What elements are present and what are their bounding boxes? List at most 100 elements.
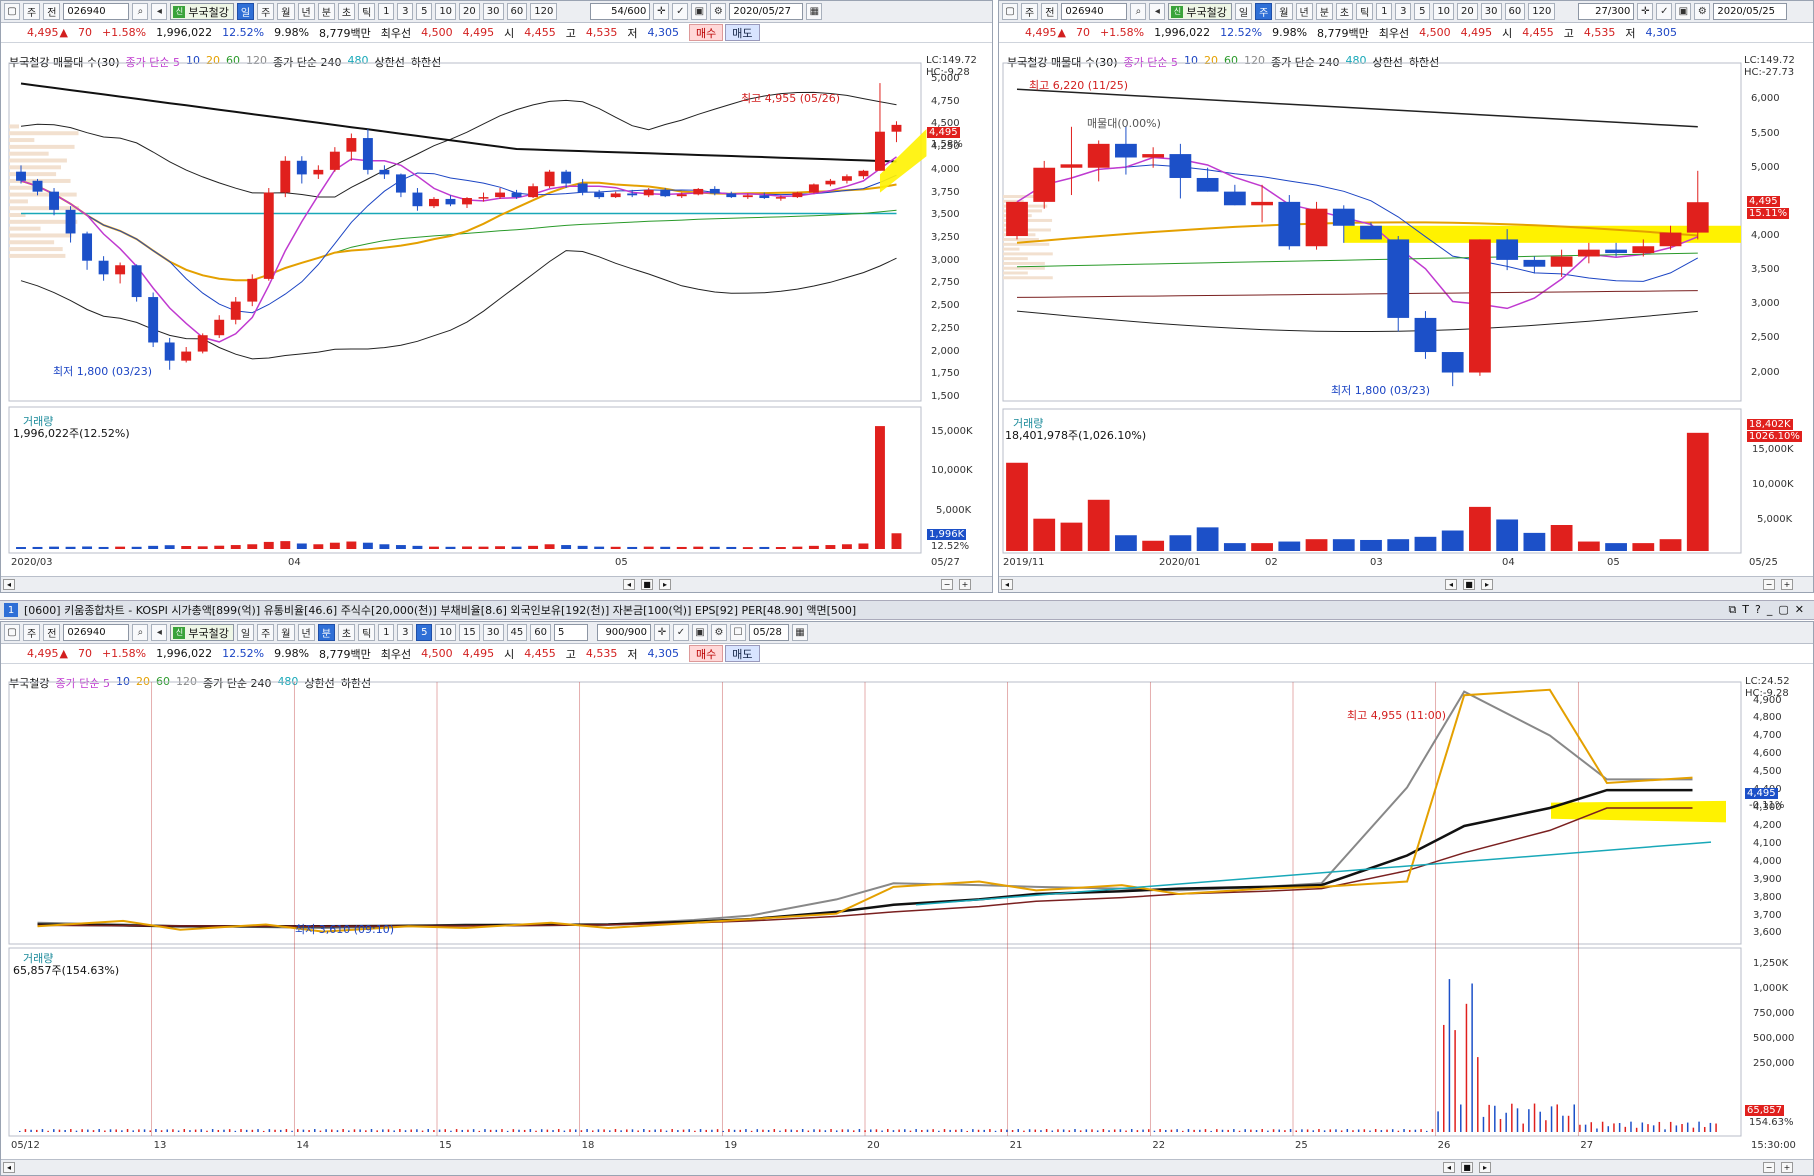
daily-volume-bar [643,546,654,549]
volume-profile-bar [1003,242,1050,246]
minute-volume-bar [1460,1104,1462,1132]
minute-volume-bar [143,1129,146,1132]
time-label: 25 [1295,1140,1308,1151]
volume-profile-bar [1003,247,1020,251]
daily-volume-bar [544,544,555,549]
volume-profile-bar [1003,257,1028,261]
weekly-volume-bar [1496,519,1519,551]
minute-price-plot[interactable] [1,622,1814,1176]
minute-volume-bar [847,1129,849,1132]
minute-volume-bar [1374,1129,1377,1132]
chart-scrollbar[interactable]: ◂ ◂ ■ ▸ − + [1,576,992,592]
minimize-icon[interactable]: _ [1767,603,1773,617]
volume-value: 18,401,978주(1,026.10%) [1005,429,1147,442]
minute-volume-bar [1210,1130,1212,1132]
scroll-next[interactable]: ▸ [659,579,671,590]
zoom-out-icon[interactable]: − [941,579,953,590]
weekly-volume-bar [1142,540,1165,551]
zoom-in-icon[interactable]: + [1781,579,1793,590]
minute-volume-bar [614,1129,617,1132]
scroll-next[interactable]: ▸ [1481,579,1493,590]
scroll-stop[interactable]: ■ [641,579,653,590]
chart-scrollbar[interactable]: ◂ ◂ ■ ▸ − + [1,1159,1813,1175]
minute-volume-bar [586,1129,588,1132]
minute-volume-bar [410,1129,412,1132]
help-icon[interactable]: ? [1755,603,1761,617]
scroll-prev[interactable]: ◂ [1445,579,1457,590]
minute-volume-bar [790,1129,793,1132]
scroll-left[interactable]: ◂ [3,579,15,590]
volume-pct-tag: 154.63% [1749,1117,1794,1128]
minute-volume-bar [1011,1130,1014,1132]
zoom-in-icon[interactable]: + [1781,1162,1793,1173]
weekly-candle [1196,177,1219,192]
minute-volume-bar [574,1129,577,1132]
maximize-icon[interactable]: ▢ [1778,603,1788,617]
weekly-volume-bar [1659,539,1682,551]
zoom-in-icon[interactable]: + [959,579,971,590]
close-icon[interactable]: ✕ [1795,603,1804,617]
minute-volume-bar [450,1130,452,1132]
minute-volume-bar [461,1129,464,1132]
minute-volume-bar [1596,1128,1598,1132]
zoom-out-icon[interactable]: − [1763,1162,1775,1173]
minute-volume-bar [1556,1104,1558,1132]
daily-volume-bar [676,546,687,549]
minute-volume-bar [620,1130,622,1132]
text-icon[interactable]: T [1742,603,1749,617]
daily-price-plot[interactable] [1,1,993,593]
daily-volume-bar [148,545,159,549]
current-pct-label: -0.11% [1749,800,1785,811]
minute-volume-bar [359,1129,361,1132]
current-pct-label: 1.58% [931,139,963,150]
daily-candle [247,278,258,302]
minute-volume-bar [1635,1127,1638,1132]
minute-volume-bar [1465,1003,1468,1132]
daily-candle [495,192,505,198]
chart-scrollbar[interactable]: ◂ ◂ ■ ▸ − + [999,576,1813,592]
x-label-04: 04 [288,557,301,568]
minute-volume-bar [1573,1104,1575,1132]
scroll-stop[interactable]: ■ [1463,579,1475,590]
minute-volume-bar [1170,1129,1173,1132]
scroll-prev[interactable]: ◂ [1443,1162,1455,1173]
scroll-next[interactable]: ▸ [1479,1162,1491,1173]
minute-volume-bar [1255,1130,1258,1132]
window-number-badge[interactable]: 1 [4,603,18,617]
minute-volume-bar [518,1129,520,1132]
daily-volume-bar [296,543,307,549]
minute-volume-bar [1091,1129,1093,1132]
scroll-stop[interactable]: ■ [1461,1162,1473,1173]
minute-volume-bar [1096,1130,1099,1132]
restore-icon[interactable]: ⧉ [1728,603,1736,617]
scroll-prev[interactable]: ◂ [623,579,635,590]
upper-band-line [20,91,897,198]
minute-volume-bar [994,1130,997,1132]
time-label: 21 [1009,1140,1023,1151]
x-label-02: 02 [1265,557,1278,568]
low-annotation: 최저 3,610 (09:10) [295,923,395,936]
minute-volume-bar [1613,1123,1615,1132]
zoom-out-icon[interactable]: − [1763,579,1775,590]
minute-volume-bar [728,1129,730,1132]
minute-volume-bar [1221,1129,1224,1132]
scroll-left[interactable]: ◂ [3,1162,15,1173]
daily-volume-bar [841,544,852,549]
x-label-05: 05 [615,557,628,568]
daily-volume-bar [577,545,588,549]
daily-volume-bar [875,426,885,549]
x-label-2020-03: 2020/03 [11,557,53,568]
minute-volume-bar [1641,1122,1644,1132]
time-label: 15 [439,1140,452,1151]
volume-tick-500000: 500,000 [1753,1033,1795,1044]
minute-volume-bar [1477,1057,1479,1132]
volume-tick-10000k: 10,000K [931,465,973,476]
scroll-left[interactable]: ◂ [1001,579,1013,590]
minute-volume-bar [852,1130,855,1132]
minute-volume-bar [1675,1125,1678,1132]
minute-volume-bar [1204,1129,1207,1132]
minute-volume-bar [1567,1115,1570,1132]
minute-volume-bar [580,1130,583,1132]
minute-volume-bar [1584,1124,1587,1132]
minute-volume-bar [1278,1129,1280,1132]
